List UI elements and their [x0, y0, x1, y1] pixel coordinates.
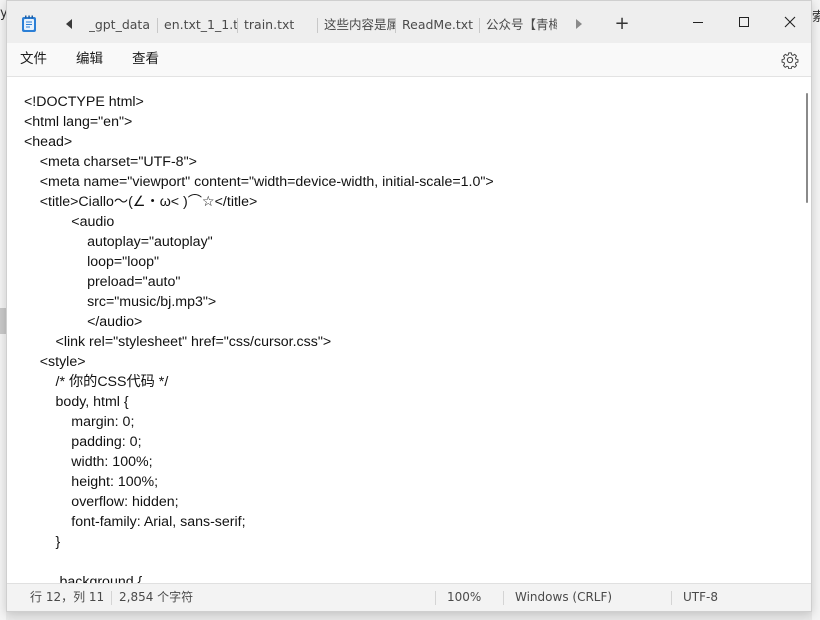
- tab-label: train.txt: [244, 17, 295, 32]
- maximize-button[interactable]: [721, 7, 767, 37]
- close-icon: [784, 16, 796, 28]
- menu-bar: 文件 编辑 查看: [7, 43, 811, 77]
- encoding[interactable]: UTF-8: [683, 584, 718, 611]
- code-line: }: [24, 534, 61, 550]
- title-bar[interactable]: chinese_gpt_data en.txt_1_1.txt train.tx…: [7, 1, 811, 43]
- tab-label: en.txt_1_1.txt: [164, 17, 237, 32]
- status-divider: [435, 591, 436, 605]
- background-window-edge-right: [812, 0, 820, 620]
- code-line: <html lang="en">: [24, 114, 133, 130]
- tab-content-notice[interactable]: 这些内容是属于: [317, 11, 395, 39]
- scrollbar-thumb[interactable]: [806, 93, 808, 203]
- tab-chinese-gpt-data[interactable]: chinese_gpt_data: [89, 11, 157, 39]
- code-line: src="music/bj.mp3">: [24, 294, 217, 310]
- status-bar: 行 12，列 11 2,854 个字符 100% Windows (CRLF) …: [7, 583, 811, 611]
- line-ending[interactable]: Windows (CRLF): [515, 584, 612, 611]
- text-editor[interactable]: <!DOCTYPE html> <html lang="en"> <head> …: [7, 77, 811, 583]
- code-line: <link rel="stylesheet" href="css/cursor.…: [24, 334, 332, 350]
- tab-en-txt[interactable]: en.txt_1_1.txt: [157, 11, 237, 39]
- status-divider: [111, 591, 112, 605]
- gear-icon[interactable]: [781, 51, 799, 70]
- tab-label: chinese_gpt_data: [89, 17, 150, 32]
- new-tab-button[interactable]: +: [610, 13, 634, 37]
- tab-label: 这些内容是属于: [324, 17, 395, 32]
- menu-edit[interactable]: 编辑: [76, 43, 103, 76]
- code-line: <head>: [24, 134, 73, 150]
- notepad-icon: [21, 15, 37, 33]
- code-line: /* 你的CSS代码 */: [24, 374, 169, 390]
- code-line: <audio: [24, 214, 115, 230]
- status-divider: [671, 591, 672, 605]
- code-line: body, html {: [24, 394, 129, 410]
- code-line: preload="auto": [24, 274, 181, 290]
- code-line: <meta charset="UTF-8">: [24, 154, 197, 170]
- code-line: font-family: Arial, sans-serif;: [24, 514, 246, 530]
- code-line: autoplay="autoplay": [24, 234, 213, 250]
- code-line: <style>: [24, 354, 86, 370]
- code-line: margin: 0;: [24, 414, 135, 430]
- code-line: height: 100%;: [24, 474, 159, 490]
- background-window-text-right: 索: [812, 10, 820, 25]
- code-line: <title>Ciallo～(∠・ω< )⌒☆</title>: [24, 194, 258, 210]
- tab-public-account[interactable]: 公众号【青梅】: [479, 11, 557, 39]
- menu-file[interactable]: 文件: [20, 43, 47, 76]
- status-divider: [503, 591, 504, 605]
- chevron-right-icon[interactable]: [567, 13, 589, 35]
- chevron-left-icon[interactable]: [59, 13, 81, 35]
- code-line: padding: 0;: [24, 434, 142, 450]
- tab-train-txt[interactable]: train.txt: [237, 11, 317, 39]
- code-line: loop="loop": [24, 254, 160, 270]
- char-count: 2,854 个字符: [119, 590, 194, 604]
- code-line: overflow: hidden;: [24, 494, 179, 510]
- close-button[interactable]: [767, 7, 813, 37]
- zoom-level[interactable]: 100%: [447, 584, 481, 611]
- cursor-position: 行 12，列 11: [30, 590, 105, 604]
- code-line: </audio>: [24, 314, 143, 330]
- tab-label: 公众号【青梅】: [486, 17, 557, 32]
- minimize-button[interactable]: [675, 7, 721, 37]
- tab-label: ReadMe.txt: [402, 17, 474, 32]
- tab-readme-txt[interactable]: ReadMe.txt: [395, 11, 479, 39]
- menu-view[interactable]: 查看: [132, 43, 159, 76]
- minimize-icon: [693, 22, 703, 23]
- code-line: <meta name="viewport" content="width=dev…: [24, 174, 494, 190]
- code-line: <!DOCTYPE html>: [24, 94, 144, 110]
- editor-content[interactable]: <!DOCTYPE html> <html lang="en"> <head> …: [24, 92, 494, 583]
- code-line: width: 100%;: [24, 454, 153, 470]
- tab-strip: chinese_gpt_data en.txt_1_1.txt train.tx…: [89, 11, 557, 41]
- code-line: .background {: [24, 574, 143, 583]
- maximize-icon: [739, 17, 749, 27]
- notepad-window: chinese_gpt_data en.txt_1_1.txt train.tx…: [6, 0, 812, 612]
